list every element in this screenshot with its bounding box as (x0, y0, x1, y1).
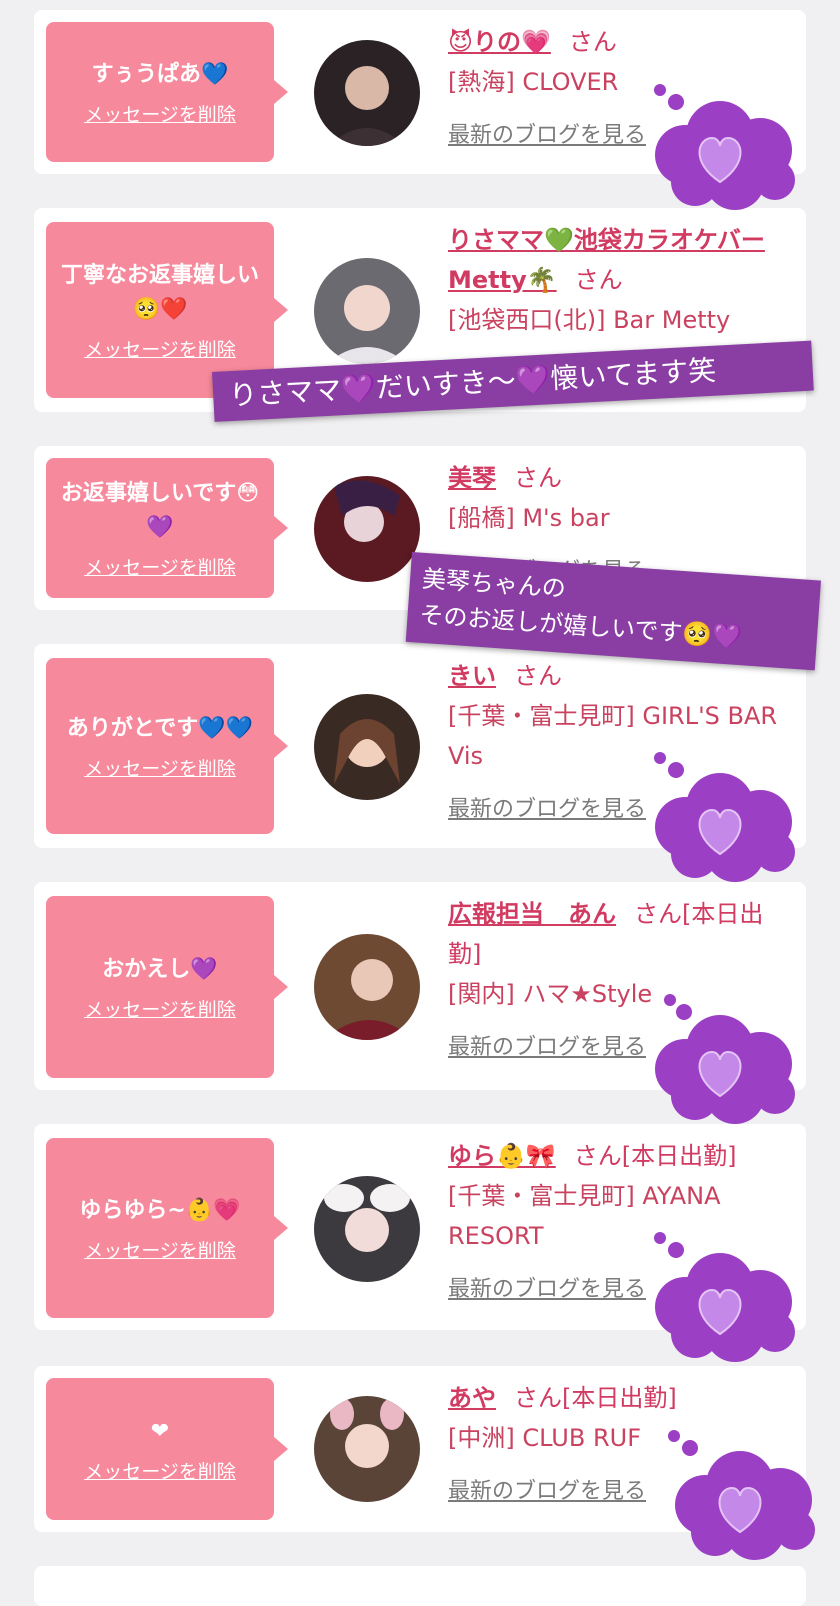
message-text: ありがとです💙💙 (66, 715, 254, 741)
message-text: ゆらゆら~👶💗 (79, 1197, 241, 1223)
message-bubble: ゆらゆら~👶💗 メッセージを削除 (46, 1138, 288, 1318)
heart-cloud-sticker (668, 1430, 815, 1560)
cast-name-link[interactable]: きい (448, 662, 496, 690)
delete-message-link[interactable]: メッセージを削除 (84, 100, 236, 127)
avatar[interactable] (314, 258, 420, 364)
delete-message-link[interactable]: メッセージを削除 (84, 553, 236, 580)
san-label: さん (634, 900, 682, 928)
cast-name-link[interactable]: あや (448, 1384, 496, 1412)
message-card (34, 1566, 806, 1606)
message-text: すぅうぱあ💙 (91, 61, 229, 87)
message-bubble: ❤ メッセージを削除 (46, 1378, 288, 1520)
san-label: さん (568, 28, 617, 56)
san-label: さん (573, 1142, 622, 1170)
cast-name-link[interactable]: 😈りの💗 (448, 28, 551, 56)
delete-message-link[interactable]: メッセージを削除 (84, 754, 236, 781)
san-label: さん (574, 266, 623, 294)
delete-message-link[interactable]: メッセージを削除 (84, 1236, 236, 1263)
message-bubble: おかえし💜 メッセージを削除 (46, 896, 288, 1078)
avatar[interactable] (314, 476, 420, 582)
message-text: ❤ (150, 1418, 170, 1444)
heart-cloud-sticker (655, 994, 795, 1124)
status-text: [本日出勤] (562, 1384, 677, 1412)
status-text: [本日出勤] (621, 1142, 737, 1170)
heart-cloud-sticker (654, 84, 795, 210)
message-text: おかえし💜 (102, 956, 218, 982)
san-label: さん (514, 1384, 562, 1412)
shop-text: [船橋] M's bar (448, 504, 610, 532)
message-text: 丁寧なお返事嬉しい🥺❤️ (60, 262, 259, 322)
message-bubble: お返事嬉しいです😳💜 メッセージを削除 (46, 458, 288, 598)
cast-name-link[interactable]: ゆら👶🎀 (448, 1142, 556, 1170)
san-label: さん (514, 662, 562, 690)
delete-message-link[interactable]: メッセージを削除 (84, 335, 236, 362)
heart-cloud-sticker (654, 752, 795, 882)
san-label: さん (514, 464, 562, 492)
avatar[interactable] (314, 1176, 420, 1282)
delete-message-link[interactable]: メッセージを削除 (84, 995, 236, 1022)
message-text: お返事嬉しいです😳💜 (60, 480, 260, 540)
avatar[interactable] (314, 694, 420, 800)
avatar[interactable] (314, 934, 420, 1040)
delete-message-link[interactable]: メッセージを削除 (84, 1457, 236, 1484)
avatar[interactable] (314, 40, 420, 146)
shop-text: [池袋西口(北)] Bar Metty (448, 306, 731, 334)
avatar[interactable] (314, 1396, 420, 1502)
heart-cloud-sticker (654, 1232, 795, 1362)
cast-name-link[interactable]: 美琴 (448, 464, 496, 492)
message-bubble: ありがとです💙💙 メッセージを削除 (46, 658, 288, 834)
cast-name-link[interactable]: 広報担当 あん (448, 900, 616, 928)
message-bubble: すぅうぱあ💙 メッセージを削除 (46, 22, 288, 162)
